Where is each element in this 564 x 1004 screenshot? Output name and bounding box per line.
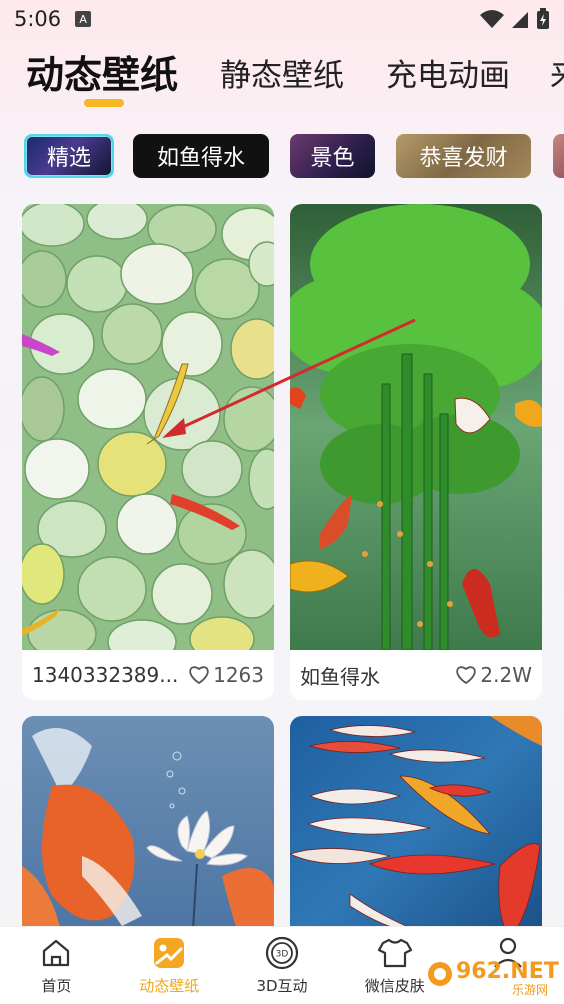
chip-featured[interactable]: 精选	[24, 134, 114, 178]
likes-count: 1263	[213, 663, 264, 687]
nav-dynamic-wallpaper[interactable]: 动态壁纸	[113, 927, 226, 1004]
arrow-annotation	[162, 318, 416, 438]
heart-icon	[189, 666, 209, 685]
wallpaper-card[interactable]: 1340332389... 1263	[22, 204, 274, 700]
dynamic-wallpaper-icon	[154, 938, 185, 968]
status-time: 5:06	[14, 7, 62, 31]
nav-label: 3D互动	[256, 977, 308, 995]
active-tab-indicator	[84, 99, 124, 107]
watermark-text: 962.NET	[456, 959, 559, 984]
tab-static-wallpaper[interactable]: 静态壁纸	[220, 50, 344, 95]
card-meta: 1340332389... 1263	[22, 650, 274, 700]
tab-dynamic-wallpaper[interactable]: 动态壁纸	[26, 44, 178, 99]
chip-scenery[interactable]: 景色	[290, 134, 375, 178]
battery-icon	[537, 8, 549, 29]
shirt-icon	[377, 938, 412, 968]
category-chips: 精选 如鱼得水 景色 恭喜发财	[0, 134, 564, 180]
watermark-subtext: 乐游网	[512, 983, 548, 996]
wallpaper-thumbnail-koi-pond[interactable]	[290, 716, 542, 946]
wallpaper-card[interactable]: 如鱼得水 2.2W	[290, 204, 542, 700]
notification-badge: A	[75, 11, 92, 27]
nav-home[interactable]: 首页	[0, 927, 113, 1004]
wifi-icon	[480, 10, 504, 28]
nav-3d-interactive[interactable]: 3D 3D互动	[226, 927, 339, 1004]
likes[interactable]: 1263	[188, 663, 264, 687]
svg-text:3D: 3D	[276, 950, 289, 960]
nav-label: 动态壁纸	[139, 977, 200, 995]
3d-icon: 3D	[265, 936, 299, 970]
likes[interactable]: 2.2W	[455, 663, 532, 687]
wallpaper-card[interactable]	[290, 716, 542, 946]
chip-prosperity[interactable]: 恭喜发财	[396, 134, 531, 178]
watermark-logo: 962.NET 乐游网	[428, 959, 559, 996]
home-icon	[43, 939, 70, 967]
chip-partial[interactable]	[553, 134, 564, 178]
likes-count: 2.2W	[480, 663, 532, 687]
wallpaper-card[interactable]	[22, 716, 274, 946]
card-meta: 如鱼得水 2.2W	[290, 650, 542, 700]
heart-icon	[456, 666, 477, 685]
status-icons	[480, 8, 550, 30]
card-title: 1340332389...	[32, 663, 179, 687]
tab-more[interactable]: 来	[550, 50, 564, 95]
status-bar: 5:06 A	[0, 0, 564, 38]
nav-label: 微信皮肤	[364, 977, 425, 995]
nav-label: 首页	[41, 977, 72, 995]
chip-like-fish-in-water[interactable]: 如鱼得水	[133, 134, 269, 178]
tab-charging-animation[interactable]: 充电动画	[386, 50, 510, 95]
card-title: 如鱼得水	[300, 664, 380, 689]
signal-icon	[512, 12, 528, 28]
wallpaper-thumbnail-koi-lotus[interactable]	[22, 716, 274, 946]
